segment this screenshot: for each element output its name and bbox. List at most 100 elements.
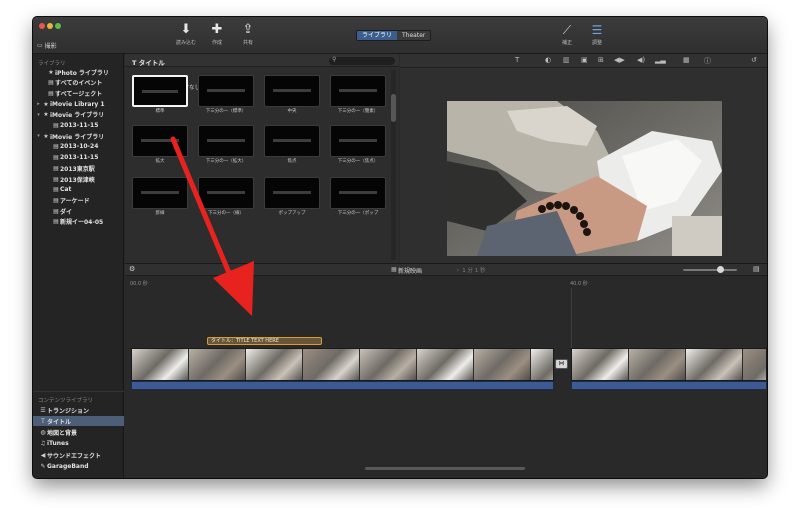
stabilization-icon[interactable]: ⊞ bbox=[598, 56, 604, 64]
content-library-item[interactable]: ☰ トランジション bbox=[33, 405, 124, 415]
tab-theater[interactable]: Theater bbox=[397, 31, 431, 40]
content-library-item[interactable]: ◍ 地図と背景 bbox=[33, 428, 124, 438]
sidebar-item-label: 2013東京駅 bbox=[60, 165, 95, 173]
title-thumbnail[interactable]: 下三分の一（ポップ bbox=[330, 177, 386, 216]
zoom-window-button[interactable] bbox=[55, 23, 61, 29]
project-icon: ▦ bbox=[391, 266, 397, 273]
timeline-zoom-slider[interactable] bbox=[683, 269, 737, 271]
share-button[interactable]: ⇪ 共有 bbox=[234, 23, 262, 47]
timeline-settings-icon[interactable]: ▤ bbox=[753, 265, 760, 273]
sidebar-item[interactable]: ▤ 2013-11-15 bbox=[33, 153, 124, 163]
title-thumbnail[interactable]: 下三分の一（線） bbox=[198, 177, 254, 216]
info-icon[interactable]: ⓘ bbox=[704, 56, 711, 66]
video-clip-1[interactable] bbox=[131, 348, 554, 381]
sidebar-item-label: iPhoto ライブラリ bbox=[55, 69, 109, 77]
browser-header: T タイトル ⚲ bbox=[125, 54, 399, 67]
disclosure-triangle-icon[interactable]: ▾ bbox=[35, 112, 42, 118]
adjust-button[interactable]: ☰ 調整 bbox=[585, 23, 609, 46]
import-label: 読み込む bbox=[175, 40, 196, 46]
title-thumbnail[interactable]: 罫線 bbox=[132, 177, 188, 216]
title-clip[interactable]: タイトル：TITLE TEXT HERE bbox=[207, 337, 322, 345]
browser-scroll-thumb[interactable] bbox=[391, 94, 396, 122]
enhance-label: 補正 bbox=[561, 40, 572, 46]
transition-marker[interactable]: ⋈ bbox=[555, 359, 568, 369]
reset-icon[interactable]: ↺ bbox=[751, 56, 757, 64]
clip-frame bbox=[629, 349, 686, 380]
search-input[interactable]: ⚲ bbox=[329, 56, 395, 65]
content-library-item[interactable]: ✎ GarageBand bbox=[33, 462, 124, 472]
sidebar-item[interactable]: ▤ 新規イー04-05 bbox=[33, 217, 124, 227]
sidebar-item[interactable]: ▤ ダイ bbox=[33, 206, 124, 216]
sidebar-item[interactable]: ▤ Cat bbox=[33, 185, 124, 195]
title-thumbnail[interactable]: ポップアップ bbox=[264, 177, 320, 216]
crop-icon[interactable]: ▣ bbox=[581, 56, 588, 64]
event-icon: ▤ bbox=[53, 154, 59, 162]
content-library-item[interactable]: ◀ サウンドエフェクト bbox=[33, 450, 124, 460]
timeline-scrollbar[interactable] bbox=[365, 467, 525, 470]
video-clip-2[interactable] bbox=[571, 348, 767, 381]
disclosure-triangle-icon[interactable]: ▸ bbox=[35, 101, 42, 107]
content-item-label: 地図と背景 bbox=[47, 430, 78, 438]
title-thumbnail[interactable]: 下三分の一（簡素） bbox=[330, 75, 386, 114]
sidebar-item[interactable]: ▤ アーケード bbox=[33, 195, 124, 205]
titles-browser: T タイトル ⚲ 現在のテーマ：テーマなし 標準下三分の一（標準）中央下三分の一… bbox=[125, 54, 399, 263]
sidebar-item[interactable]: ▤ 2013-11-15 bbox=[33, 121, 124, 131]
close-window-button[interactable] bbox=[39, 23, 45, 29]
browser-scrollbar[interactable] bbox=[391, 70, 396, 260]
content-item-icon: T bbox=[41, 417, 45, 425]
title-thumbnail[interactable]: 中央 bbox=[264, 75, 320, 114]
title-thumbnail[interactable]: 下三分の一（標準） bbox=[198, 75, 254, 114]
timeline-zoom-knob[interactable] bbox=[717, 266, 724, 273]
volume-icon[interactable]: ◀) bbox=[637, 56, 645, 64]
sidebar-item[interactable]: ★ iPhoto ライブラリ bbox=[33, 67, 124, 77]
sidebar-item-label: 新規イー04-05 bbox=[60, 219, 104, 227]
sidebar-item[interactable]: ▸ ★ iMovie Library 1 bbox=[33, 99, 124, 109]
clip-frame bbox=[417, 349, 474, 380]
title-preview-text bbox=[339, 89, 377, 92]
content-library-item[interactable]: ♫ iTunes bbox=[33, 439, 124, 449]
sidebar-item[interactable]: ▤ 2013東京駅 bbox=[33, 163, 124, 173]
sidebar-item[interactable]: ▤ 2013-10-24 bbox=[33, 142, 124, 152]
minimize-window-button[interactable] bbox=[47, 23, 53, 29]
viewer-panel: T ◐ ▥ ▣ ⊞ ◀▶ ◀) ▂▃ ▦ ⓘ ↺ bbox=[400, 54, 767, 263]
audio-waveform-1[interactable] bbox=[131, 381, 554, 390]
title-preview bbox=[330, 75, 386, 107]
enhance-button[interactable]: ⟋ 補正 bbox=[555, 23, 579, 46]
sidebar-item[interactable]: ▤ すべてのイベント bbox=[33, 78, 124, 88]
title-tool-icon[interactable]: T bbox=[515, 56, 519, 64]
title-thumbnail[interactable]: 下三分の一（焦点） bbox=[330, 125, 386, 164]
tab-library[interactable]: ライブラリ bbox=[357, 31, 398, 40]
audio-waveform-2[interactable] bbox=[571, 381, 767, 390]
color-correction-icon[interactable]: ▥ bbox=[563, 56, 570, 64]
content-library-item[interactable]: T タイトル bbox=[33, 416, 124, 427]
speed-icon[interactable]: ◀▶ bbox=[614, 56, 625, 64]
title-preview-text bbox=[207, 191, 245, 194]
video-frame-image bbox=[447, 101, 722, 256]
title-thumbnail[interactable]: 焦点 bbox=[264, 125, 320, 164]
title-thumbnail[interactable]: 拡大 bbox=[132, 125, 188, 164]
import-button[interactable]: ⬇ 読み込む bbox=[172, 23, 200, 47]
create-label: 作成 bbox=[211, 40, 222, 46]
sidebar-item-label: アーケード bbox=[60, 197, 90, 205]
disclosure-triangle-icon[interactable]: ▾ bbox=[35, 133, 42, 139]
title-preview bbox=[264, 125, 320, 157]
title-preview-text bbox=[273, 191, 311, 194]
settings-icon[interactable]: ⚙ bbox=[129, 265, 135, 273]
create-button[interactable]: ✚ 作成 bbox=[203, 23, 231, 47]
clip-filter-icon[interactable]: ▦ bbox=[683, 56, 690, 64]
title-preview bbox=[132, 125, 188, 157]
title-preview bbox=[264, 177, 320, 209]
view-segmented-control: ライブラリ Theater bbox=[356, 30, 432, 41]
clip-frame bbox=[743, 349, 766, 380]
project-duration: ・ 1 分 1 秒 bbox=[455, 268, 486, 274]
sidebar-item[interactable]: ▤ すべてージェクト bbox=[33, 88, 124, 98]
sidebar-item[interactable]: ▾ ★ iMovie ライブラリ bbox=[33, 110, 124, 120]
title-thumbnail[interactable]: 標準 bbox=[132, 75, 188, 114]
sidebar-item[interactable]: ▾ ★ iMovie ライブラリ bbox=[33, 131, 124, 141]
back-button[interactable]: ▭ 撮影 bbox=[37, 41, 57, 50]
title-thumbnail[interactable]: 下三分の一（拡大） bbox=[198, 125, 254, 164]
sidebar-item[interactable]: ▤ 2013保津峡 bbox=[33, 174, 124, 184]
title-preview bbox=[330, 125, 386, 157]
noise-reduction-icon[interactable]: ▂▃ bbox=[655, 56, 666, 64]
color-balance-icon[interactable]: ◐ bbox=[545, 56, 551, 64]
